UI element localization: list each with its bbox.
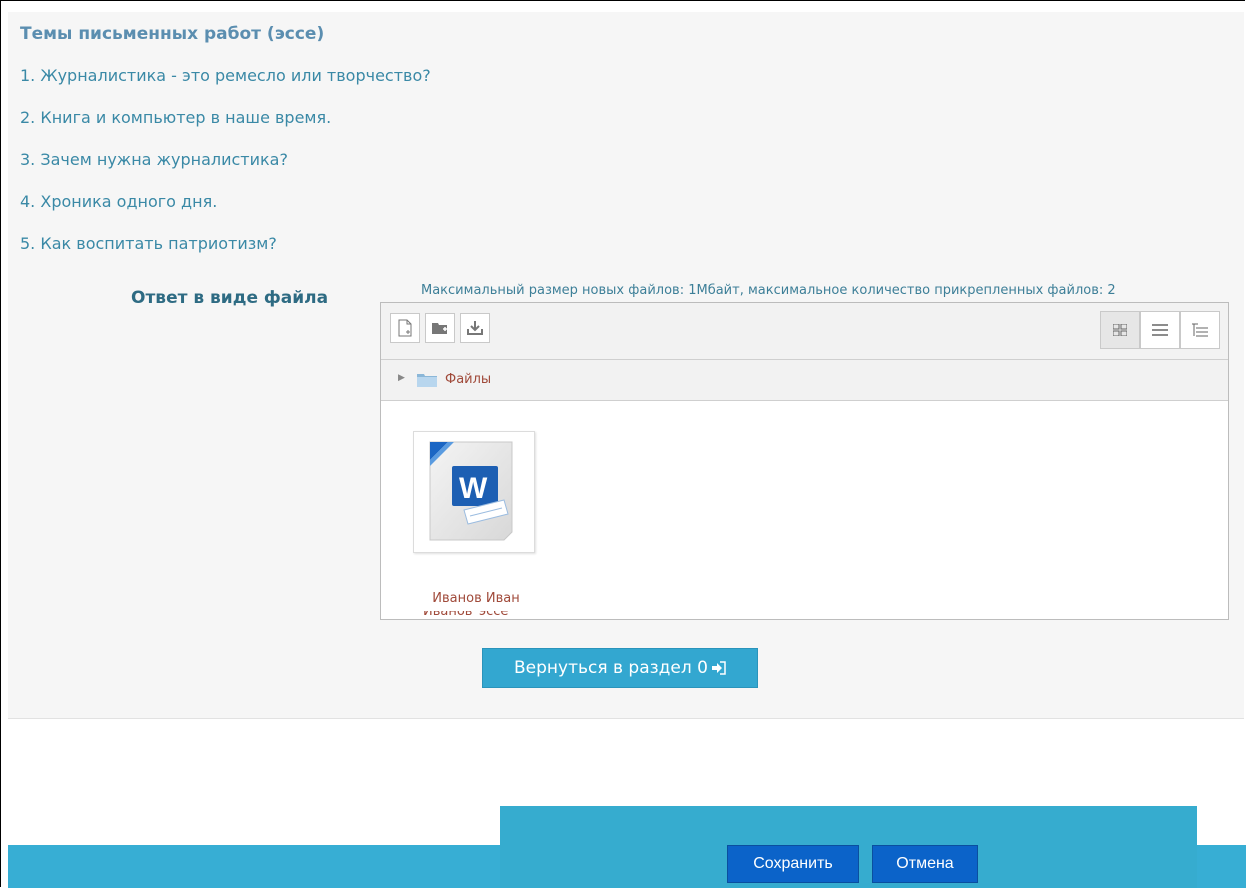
- create-folder-button[interactable]: [425, 313, 455, 343]
- download-button[interactable]: [460, 313, 490, 343]
- grid-view-icon: [1113, 324, 1127, 336]
- sign-in-arrow-icon: [711, 661, 726, 675]
- file-thumbnail[interactable]: W: [413, 431, 535, 553]
- svg-text:W: W: [459, 472, 488, 505]
- expand-arrow-icon[interactable]: ▶: [398, 373, 405, 383]
- file-manager-toolbar: [381, 303, 1228, 360]
- assignment-panel: Темы письменных работ (эссе) 1. Журналис…: [8, 12, 1244, 719]
- file-answer-label: Ответ в виде файла: [131, 288, 329, 308]
- add-file-button[interactable]: [390, 313, 420, 343]
- add-file-icon: [398, 319, 412, 337]
- tree-view-button[interactable]: [1180, 311, 1220, 349]
- file-manager-path-bar: ▶ Файлы: [381, 360, 1228, 401]
- folder-icon: [417, 374, 437, 387]
- return-button-label: Вернуться в раздел 0: [514, 658, 708, 678]
- section-title: Темы письменных работ (эссе): [20, 24, 325, 44]
- file-name-line2: Иванов_эссе: [423, 611, 508, 617]
- list-view-button[interactable]: [1140, 311, 1180, 349]
- word-document-icon: W: [429, 441, 513, 541]
- save-button[interactable]: Сохранить: [727, 845, 859, 883]
- topic-item: 4. Хроника одного дня.: [20, 192, 218, 211]
- file-manager: ▶ Файлы W Иванов Иван: [380, 302, 1229, 620]
- path-folder-link[interactable]: Файлы: [445, 372, 491, 387]
- file-name[interactable]: Иванов Иван: [411, 591, 541, 606]
- file-limits-text: Максимальный размер новых файлов: 1Мбайт…: [421, 283, 1116, 298]
- topic-item: 3. Зачем нужна журналистика?: [20, 150, 288, 169]
- icon-view-button[interactable]: [1100, 311, 1140, 349]
- download-icon: [467, 321, 483, 335]
- topic-item: 2. Книга и компьютер в наше время.: [20, 108, 332, 127]
- topic-item: 5. Как воспитать патриотизм?: [20, 234, 277, 253]
- return-to-section-button[interactable]: Вернуться в раздел 0: [482, 648, 758, 688]
- create-folder-icon: [432, 323, 447, 334]
- tree-view-icon: [1192, 323, 1208, 337]
- topic-item: 1. Журналистика - это ремесло или творче…: [20, 66, 431, 85]
- list-view-icon: [1152, 324, 1168, 336]
- cancel-button[interactable]: Отмена: [872, 845, 978, 883]
